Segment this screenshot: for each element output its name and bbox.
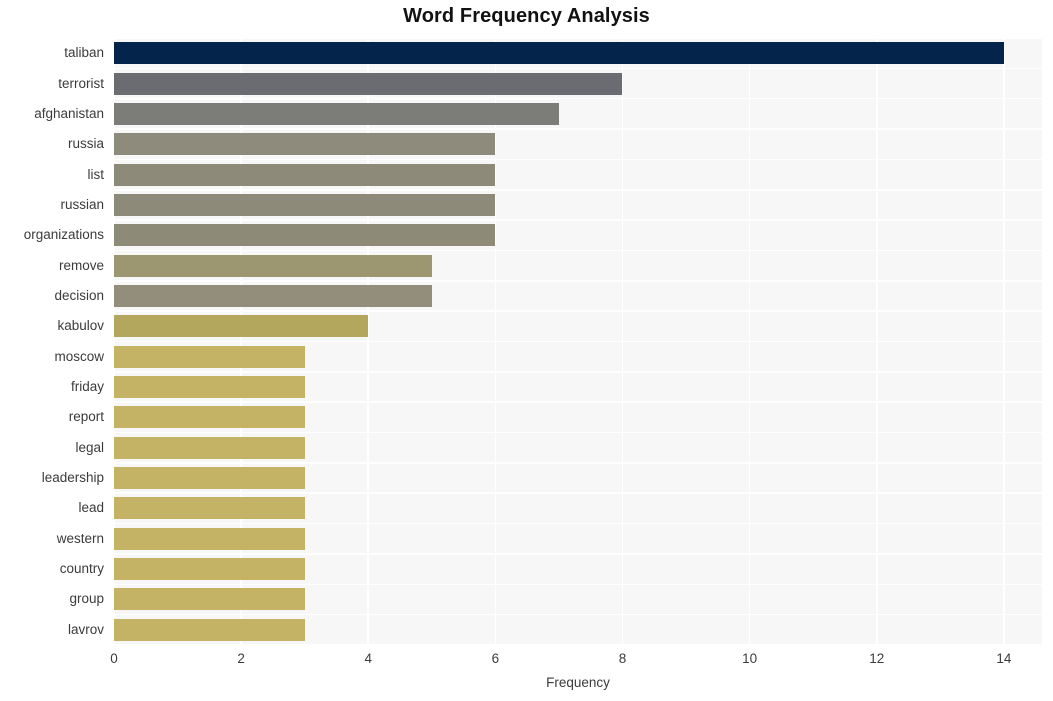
- x-tick-label-4: 4: [364, 651, 372, 666]
- horizontal-gridline: [114, 280, 1042, 282]
- y-tick-label-lavrov: lavrov: [67, 621, 104, 637]
- bar-organizations: [114, 224, 496, 247]
- bar-lead: [114, 497, 305, 520]
- horizontal-gridline: [114, 553, 1042, 555]
- y-tick-label-remove: remove: [58, 257, 104, 273]
- bar-report: [114, 406, 305, 429]
- x-tick-label-2: 2: [237, 651, 245, 666]
- bar-friday: [114, 376, 305, 399]
- bar-legal: [114, 436, 305, 459]
- horizontal-gridline: [114, 613, 1042, 616]
- y-tick-label-list: list: [87, 166, 105, 182]
- y-tick-label-organizations: organizations: [23, 227, 104, 243]
- horizontal-gridline: [114, 340, 1042, 343]
- bar-moscow: [114, 345, 305, 368]
- horizontal-gridline: [114, 431, 1042, 434]
- bar-list: [114, 163, 496, 186]
- x-tick-label-0: 0: [110, 651, 118, 666]
- bar-lavrov: [114, 618, 305, 641]
- y-tick-label-kabulov: kabulov: [57, 318, 104, 334]
- bar-western: [114, 527, 305, 550]
- bar-afghanistan: [114, 102, 559, 125]
- bar-country: [114, 558, 305, 581]
- horizontal-gridline: [114, 67, 1042, 70]
- bar-russia: [114, 133, 496, 156]
- y-tick-label-western: western: [56, 530, 104, 546]
- y-tick-label-russian: russian: [60, 196, 104, 212]
- horizontal-gridline: [114, 492, 1042, 495]
- y-tick-label-country: country: [59, 561, 104, 577]
- y-tick-label-moscow: moscow: [54, 348, 104, 364]
- horizontal-gridline: [114, 128, 1042, 130]
- y-tick-label-afghanistan: afghanistan: [34, 105, 104, 121]
- bar-taliban: [114, 42, 1004, 65]
- horizontal-gridline: [114, 158, 1042, 161]
- bar-group: [114, 588, 305, 611]
- horizontal-gridline: [114, 583, 1042, 586]
- y-tick-label-russia: russia: [67, 136, 104, 152]
- x-axis-tick-labels: 0 2 4 6 8 10 12 14: [0, 651, 1053, 671]
- y-axis-tick-labels: taliban terrorist afghanistan russia list rus…: [0, 38, 104, 645]
- y-tick-label-terrorist: terrorist: [58, 75, 104, 91]
- y-tick-label-taliban: taliban: [64, 45, 104, 61]
- horizontal-gridline: [114, 219, 1042, 221]
- horizontal-gridline: [114, 401, 1042, 403]
- bar-decision: [114, 284, 432, 307]
- bar-leadership: [114, 467, 305, 490]
- y-tick-label-group: group: [69, 591, 104, 607]
- word-frequency-chart: Word Frequency Analysis taliban terrorist…: [0, 0, 1053, 701]
- bar-russian: [114, 193, 496, 216]
- y-tick-label-leadership: leadership: [41, 470, 104, 486]
- bar-kabulov: [114, 315, 369, 338]
- y-tick-label-report: report: [68, 409, 104, 425]
- x-tick-label-6: 6: [491, 651, 500, 666]
- chart-title: Word Frequency Analysis: [403, 5, 650, 27]
- y-tick-label-lead: lead: [78, 500, 104, 516]
- horizontal-gridline: [114, 522, 1042, 525]
- y-tick-label-friday: friday: [70, 379, 104, 395]
- horizontal-gridline: [114, 188, 1042, 191]
- x-axis-title: Frequency: [546, 675, 610, 690]
- horizontal-gridline: [114, 38, 1042, 39]
- x-tick-label-14: 14: [996, 651, 1012, 666]
- y-tick-label-decision: decision: [54, 287, 104, 303]
- x-tick-label-8: 8: [618, 651, 627, 666]
- horizontal-gridline: [114, 249, 1042, 252]
- horizontal-gridline: [114, 310, 1042, 312]
- x-tick-label-10: 10: [742, 651, 758, 666]
- horizontal-gridline: [114, 462, 1042, 464]
- y-tick-label-legal: legal: [75, 439, 104, 455]
- plot-area: [114, 38, 1042, 645]
- horizontal-gridline: [114, 371, 1042, 373]
- horizontal-gridline: [114, 644, 1042, 645]
- x-tick-label-12: 12: [869, 651, 885, 666]
- horizontal-gridline: [114, 97, 1042, 100]
- bar-remove: [114, 254, 432, 277]
- bar-terrorist: [114, 72, 623, 95]
